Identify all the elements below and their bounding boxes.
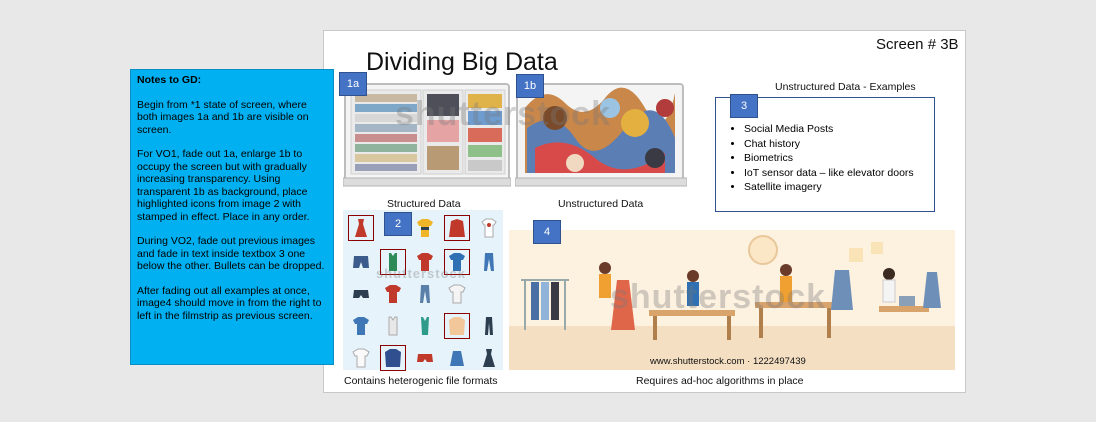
badge-2: 2 xyxy=(384,212,412,236)
notes-paragraph-1: Begin from *1 state of screen, where bot… xyxy=(137,98,309,136)
jacket-icon xyxy=(380,345,406,371)
examples-title: Unstructured Data - Examples xyxy=(775,81,916,93)
caption-unstructured-data: Unstructured Data xyxy=(558,198,644,210)
leggings-icon xyxy=(485,317,493,335)
example-item: Satellite imagery xyxy=(744,180,914,195)
badge-4: 4 xyxy=(533,220,561,244)
polo-icon xyxy=(353,317,369,335)
vest-icon xyxy=(388,316,398,336)
stock-image-id: www.shutterstock.com · 1222497439 xyxy=(650,356,806,367)
shorts-icon xyxy=(353,256,369,268)
badge-1a: 1a xyxy=(339,72,367,96)
caption-adhoc-algorithms: Requires ad-hoc algorithms in place xyxy=(636,375,804,387)
caption-structured-data: Structured Data xyxy=(387,198,461,210)
example-item: Chat history xyxy=(744,137,914,152)
coat-icon xyxy=(444,215,470,241)
watermark-workshop: shutterstock xyxy=(610,278,827,316)
badge-3: 3 xyxy=(730,94,758,118)
examples-list: Social Media Posts Chat history Biometri… xyxy=(716,122,914,195)
badge-1b: 1b xyxy=(516,74,544,98)
red-shorts-icon xyxy=(417,354,433,362)
notes-paragraph-4: After fading out all examples at once, i… xyxy=(137,284,322,322)
example-item: Social Media Posts xyxy=(744,122,914,137)
white-shirt-icon xyxy=(448,284,466,304)
caption-heterogenic-formats: Contains heterogenic file formats xyxy=(344,375,498,387)
watermark-top: shutterstock xyxy=(395,95,612,133)
notes-heading: Notes to GD: xyxy=(137,74,202,86)
skirt-icon xyxy=(450,351,464,366)
shirt-icon xyxy=(481,218,497,238)
swimsuit-icon xyxy=(421,317,429,335)
watermark-icons: shutterstock xyxy=(376,266,467,281)
red-tshirt-icon xyxy=(385,285,401,303)
trousers-icon xyxy=(420,285,430,303)
example-item: Biometrics xyxy=(744,151,914,166)
white-top-icon xyxy=(352,348,370,368)
tshirt-icon xyxy=(417,219,433,237)
black-dress-icon xyxy=(483,349,495,367)
notes-panel: Notes to GD: Begin from *1 state of scre… xyxy=(130,69,334,365)
clothing-icons-grid xyxy=(343,210,503,371)
screen-number: Screen # 3B xyxy=(876,36,959,53)
example-item: IoT sensor data – like elevator doors xyxy=(744,166,914,181)
jeans-icon xyxy=(484,253,494,271)
notes-paragraph-2: For VO1, fade out 1a, enlarge 1b to occu… xyxy=(137,148,310,223)
notes-paragraph-3: During VO2, fade out previous images and… xyxy=(137,235,325,272)
sweater-icon xyxy=(444,313,470,339)
dress-icon xyxy=(348,215,374,241)
swim-shorts-icon xyxy=(353,290,369,298)
slide-title: Dividing Big Data xyxy=(366,48,558,76)
